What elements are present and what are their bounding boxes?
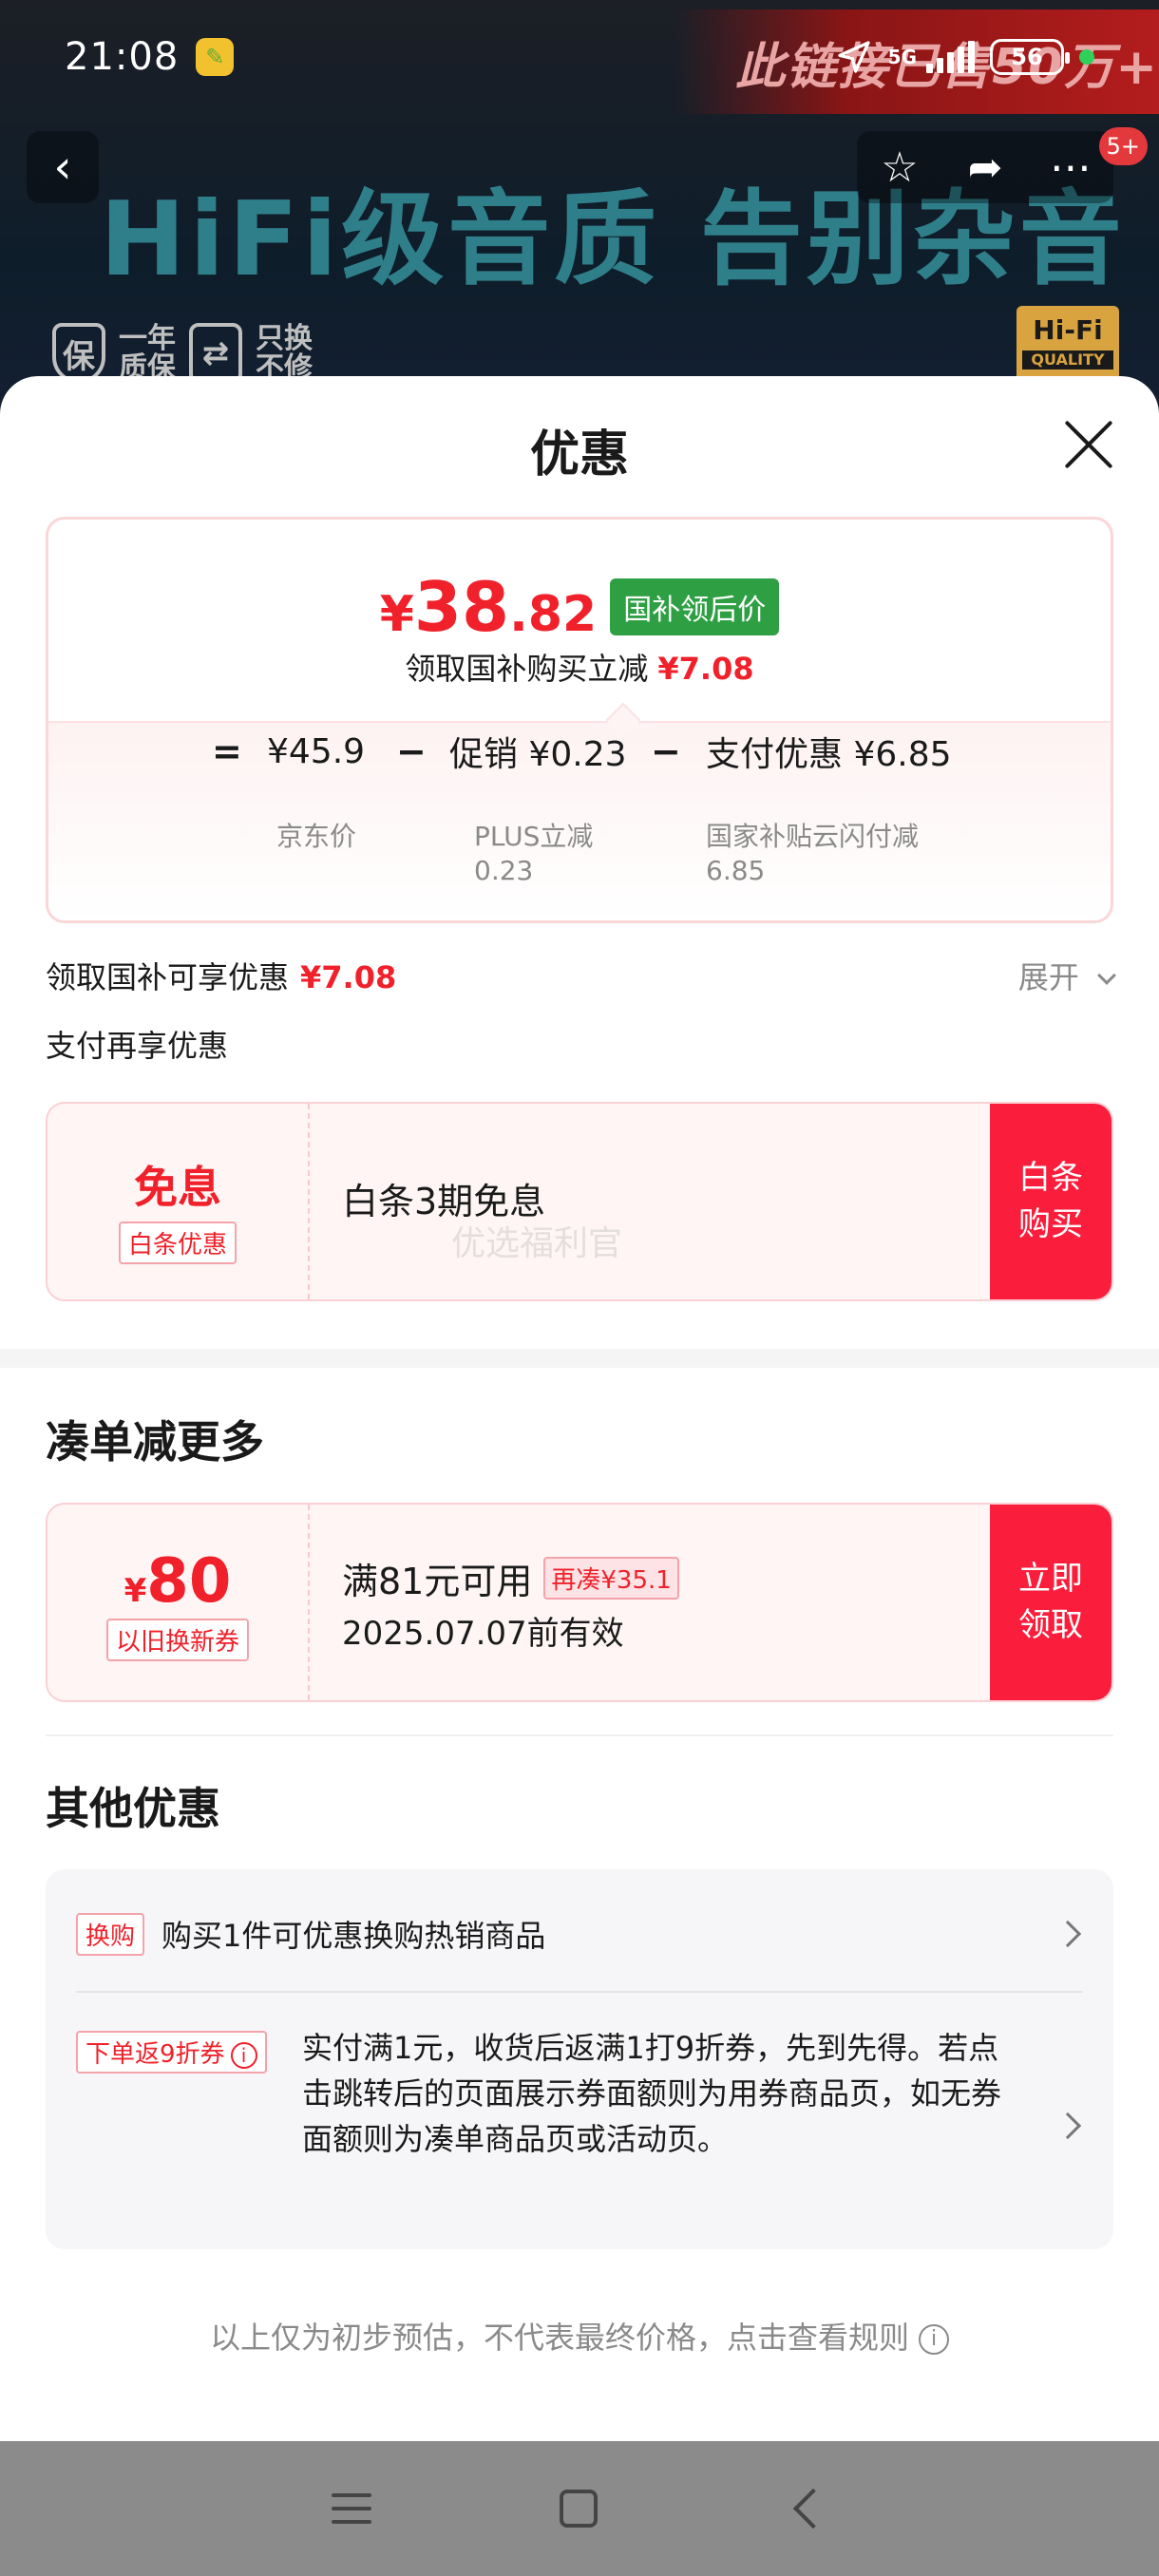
subtitle-amount: ¥7.08 [657, 651, 754, 687]
combine-title: 凑单减更多 [46, 1416, 264, 1468]
promo-discount: 促销 ¥0.23 [449, 735, 627, 774]
back-icon[interactable] [792, 2488, 834, 2529]
camera-indicator-dot [1079, 49, 1094, 65]
price-decimal: .82 [509, 586, 598, 643]
watermark: 优选福利官 [451, 1224, 623, 1263]
coupon-amount: ¥80 [124, 1546, 232, 1617]
extra-needed-tag: 再凑¥35.1 [543, 1557, 679, 1600]
coupon-tag: 以旧换新券 [105, 1619, 249, 1661]
coupon-left: ¥80 以旧换新券 [48, 1505, 310, 1700]
jd-price: ¥45.9 [267, 731, 366, 771]
pay-note: 国家补贴云闪付减 6.85 [706, 821, 920, 887]
chevron-right-icon[interactable] [1054, 2112, 1082, 2140]
status-bar: 21:08 ✎ 5G 56 [0, 0, 1159, 114]
divider [46, 1734, 1113, 1736]
subsidy-amount: ¥7.08 [300, 959, 397, 995]
price-top: ¥ 38 .82 国补领后价 领取国补购买立减 ¥7.08 [48, 520, 1111, 725]
warranty-badges: 保 一年 质保 ⇄ 只换 不修 [52, 323, 313, 384]
exchange-offer-text: 购买1件可优惠换购热销商品 [162, 1918, 546, 1954]
pay-discount: 支付优惠 ¥6.85 [706, 735, 952, 774]
price-summary-card: ¥ 38 .82 国补领后价 领取国补购买立减 ¥7.08 = ¥45.9 − 促… [46, 517, 1113, 923]
price-subtitle: 领取国补购买立减 ¥7.08 [405, 651, 754, 687]
equals-sign: = [212, 730, 242, 772]
price-tag: 国补领后价 [610, 578, 780, 635]
rebate-tag: 下单返9折券 i [76, 2031, 267, 2074]
jd-price-label: 京东价 [276, 821, 357, 852]
coupon-title: 免息 [134, 1162, 221, 1213]
subsidy-line: 领取国补可享优惠 ¥7.08 [46, 959, 397, 995]
price-currency: ¥ [379, 586, 414, 643]
signal-icon [926, 41, 975, 73]
other-discounts: 换购 购买1件可优惠换购热销商品 下单返9折券 i 实付满1元，收货后返满1打9折… [46, 1869, 1113, 2249]
exchange-icon: ⇄ [189, 323, 242, 384]
minus-sign: − [651, 730, 681, 772]
section-divider [0, 1349, 1159, 1368]
coupon-tag: 白条优惠 [118, 1222, 237, 1264]
info-icon: i [919, 2324, 949, 2355]
badge-text: 只换 [256, 321, 313, 355]
coupon-body: 白条3期免息 优选福利官 [342, 1104, 988, 1299]
back-button[interactable]: ‹ [27, 131, 99, 203]
info-icon[interactable]: i [230, 2041, 257, 2069]
promo-note: PLUS立减 0.23 [474, 821, 594, 887]
exchange-offer-row[interactable]: 换购 购买1件可优惠换购热销商品 [76, 1904, 1083, 1964]
pay-more-line: 支付再享优惠 [46, 1028, 229, 1064]
baitiao-buy-button[interactable]: 白条 购买 [990, 1104, 1112, 1299]
more-icon[interactable]: ⋯ [1042, 143, 1099, 192]
discount-sheet: 优惠 ¥ 38 .82 国补领后价 领取国补购买立减¥7.08 = ¥45.9 [0, 376, 1159, 2441]
price-breakdown: = ¥45.9 − 促销 ¥0.23 − 支付优惠 ¥6.85 京东价 PLUS… [48, 721, 1111, 920]
minus-sign: − [396, 730, 427, 772]
exchange-tag: 换购 [76, 1912, 145, 1956]
status-time: 21:08 [65, 35, 180, 79]
home-icon[interactable] [560, 2490, 598, 2528]
top-actions: ☆ ➦ ⋯ [857, 131, 1113, 203]
claim-coupon-button[interactable]: 立即 领取 [990, 1505, 1112, 1700]
baitiao-coupon: 免息 白条优惠 白条3期免息 优选福利官 白条 购买 [46, 1102, 1113, 1301]
menu-icon[interactable] [332, 2493, 371, 2524]
location-icon [837, 41, 870, 73]
coupon-expiry: 2025.07.07前有效 [342, 1615, 624, 1653]
coupon-body: 满81元可用 再凑¥35.1 2025.07.07前有效 [342, 1505, 988, 1700]
expand-toggle[interactable]: 展开 [1018, 954, 1116, 997]
divider [76, 1991, 1083, 1993]
chevron-down-icon [1097, 966, 1116, 985]
message-badge: 5+ [1098, 127, 1148, 165]
app-notification-icon: ✎ [196, 38, 235, 76]
battery-icon: 56 [990, 39, 1070, 75]
shield-icon: 保 [52, 323, 105, 384]
other-title: 其他优惠 [46, 1783, 220, 1834]
star-icon[interactable]: ☆ [871, 143, 928, 192]
rebate-desc: 实付满1元，收货后返满1打9折券，先到先得。若点击跳转后的页面展示券面额则为用券… [302, 2030, 1002, 2157]
final-price: ¥ 38 .82 国补领后价 [48, 567, 1111, 647]
network-type: 5G [887, 46, 917, 68]
share-icon[interactable]: ➦ [957, 143, 1014, 192]
sheet-title: 优惠 [529, 426, 629, 483]
coupon-left: 免息 白条优惠 [48, 1104, 310, 1299]
coupon-condition: 满81元可用 再凑¥35.1 [342, 1552, 679, 1604]
trade-in-coupon: ¥80 以旧换新券 满81元可用 再凑¥35.1 2025.07.07前有效 立… [46, 1503, 1113, 1702]
rebate-coupon-row[interactable]: 下单返9折券 i 实付满1元，收货后返满1打9折券，先到先得。若点击跳转后的页面展… [76, 2030, 1028, 2157]
system-nav-bar [0, 2441, 1159, 2576]
badge-text: 一年 [119, 321, 176, 355]
rules-note[interactable]: 以上仅为初步预估，不代表最终价格，点击查看规则 i [0, 2314, 1159, 2358]
price-integer: 38 [413, 567, 510, 647]
close-icon[interactable] [1058, 414, 1119, 475]
screen: 此链接已售50万+ HiFi级音质 告别杂音 保 一年 质保 ⇄ 只换 不修 H… [0, 0, 1159, 2576]
